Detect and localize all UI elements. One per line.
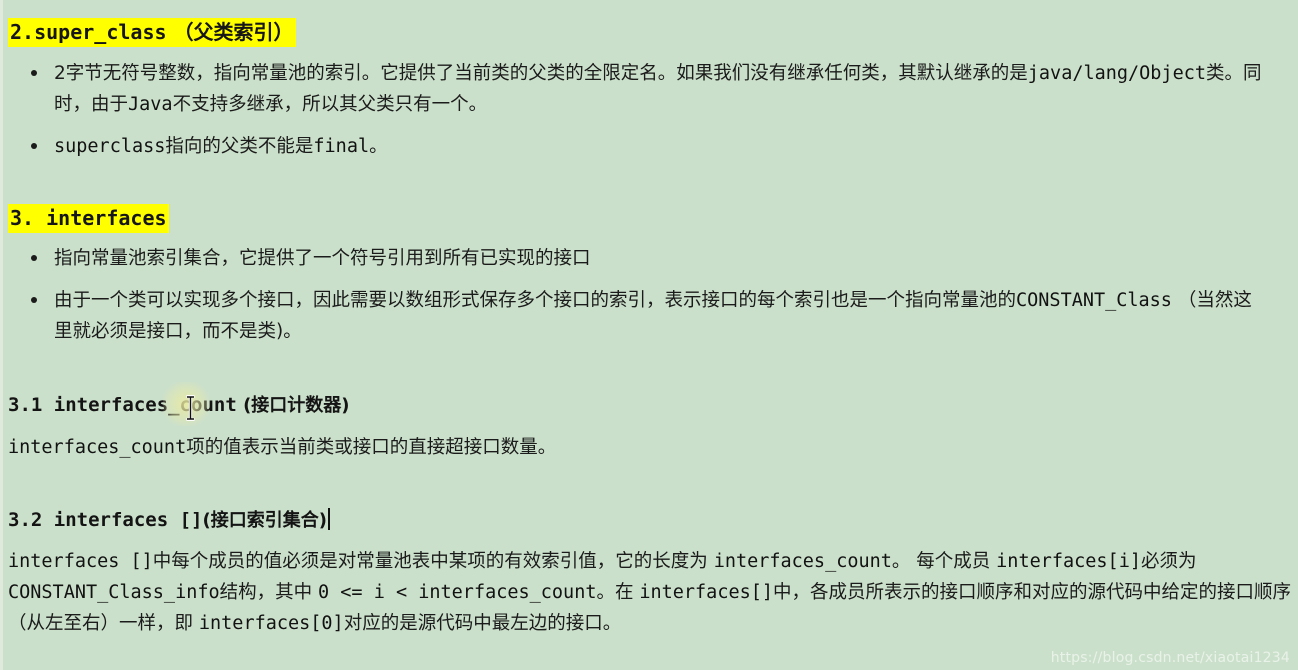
heading-interfaces: 3. interfaces [8,204,169,233]
list-item: 2字节无符号整数，指向常量池的索引。它提供了当前类的父类的全限定名。如果我们没有… [0,58,1270,120]
bullet-code-final: final [313,136,370,157]
paragraph-code-interfaces-count: interfaces_count [8,437,187,458]
heading-interfaces-array-code: interfaces [] [53,509,203,531]
text-caret [327,508,330,530]
document-page: 2.super_class （父类索引） 2字节无符号整数，指向常量池的索引。它… [0,0,1298,670]
bullet-text-line1: 由于一个类可以实现多个接口，因此需要以数组形式保存多个接口的索引，表示接口的每个… [54,290,1017,311]
bullet-code-java-lang-object: java/lang/Object [1027,63,1206,84]
paragraph-code-run: CONSTANT_Class_info [8,582,220,603]
bullet-dot-icon [31,297,37,303]
interfaces-bullet-list: 指向常量池索引集合，它提供了一个符号引用到所有已实现的接口 由于一个类可以实现多… [0,243,1270,347]
paragraph-code-run: interfaces[i] [996,551,1141,572]
paragraph-interfaces-array: interfaces []中每个成员的值必须是对常量池表中某项的有效索引值，它的… [8,546,1292,639]
paragraph-text-run: 对应的是源代码中最左边的接口。 [343,613,622,634]
heading-interfaces-array: 3.2 interfaces [](接口索引集合) [8,508,330,531]
bullet-text-line2b: 不支持多继承，所以其父类只有一个。 [172,94,488,115]
bullet-dot-icon [31,70,37,76]
super-class-bullet-list: 2字节无符号整数，指向常量池的索引。它提供了当前类的父类的全限定名。如果我们没有… [0,58,1270,162]
heading-super-class: 2.super_class （父类索引） [8,18,296,47]
heading-interfaces-count-cjk: (接口计数器) [236,395,350,416]
paragraph-text-run: 。 每个成员 [891,551,997,572]
heading-interfaces-array-cjk: (接口索引集合) [202,510,327,531]
paragraph-interfaces-count: interfaces_count项的值表示当前类或接口的直接超接口数量。 [8,432,1278,463]
paragraph-code-run: interfaces [] [8,551,153,572]
heading-interfaces-count-code: interfaces_count [53,394,237,416]
left-edge-strip [0,0,3,670]
list-item: 由于一个类可以实现多个接口，因此需要以数组形式保存多个接口的索引，表示接口的每个… [0,285,1270,347]
paragraph-text-run: 中每个成员的值必须是对常量池表中某项的有效索引值，它的长度为 [152,551,714,572]
paragraph-code-run: interfaces_count [713,551,892,572]
heading-interfaces-count-number: 3.1 [8,394,54,416]
heading-interfaces-code: 3. interfaces [8,204,169,233]
paragraph-code-run: interfaces[0] [198,613,344,634]
list-item: 指向常量池索引集合，它提供了一个符号引用到所有已实现的接口 [0,243,1270,274]
paragraph-text-interfaces-count: 项的值表示当前类或接口的直接超接口数量。 [186,437,557,458]
paragraph-code-run: interfaces[] [639,582,774,603]
list-item: superclass指向的父类不能是final。 [0,131,1270,162]
watermark: https://blog.csdn.net/xiaotai1234 [1050,650,1290,666]
bullet-text-line1: 2字节无符号整数，指向常量池的索引。它提供了当前类的父类的全限定名。如果我们没有… [54,63,1028,84]
bullet-code-java: Java [128,94,173,115]
bullet-dot-icon [31,143,37,149]
bullet-code-superclass: superclass [54,136,166,157]
paragraph-text-run: 必须为 [1140,551,1203,572]
bullet-code-constant-class: CONSTANT_Class [1016,290,1172,311]
paragraph-code-run: 0 <= i < interfaces_count [318,582,597,603]
paragraph-text-run: 。在 [596,582,640,603]
heading-interfaces-array-number: 3.2 [8,509,54,531]
paragraph-text-run: 结构，其中 [219,582,319,603]
bullet-text-end: 。 [369,136,388,157]
bullet-dot-icon [31,255,37,261]
heading-super-class-code: 2.super_class [10,20,167,44]
bullet-text-mid: 指向的父类不能是 [165,136,314,157]
bullet-text: 指向常量池索引集合，它提供了一个符号引用到所有已实现的接口 [54,248,591,269]
heading-super-class-cjk: （父类索引） [166,20,294,44]
heading-interfaces-count: 3.1 interfaces_count (接口计数器) [8,395,350,416]
